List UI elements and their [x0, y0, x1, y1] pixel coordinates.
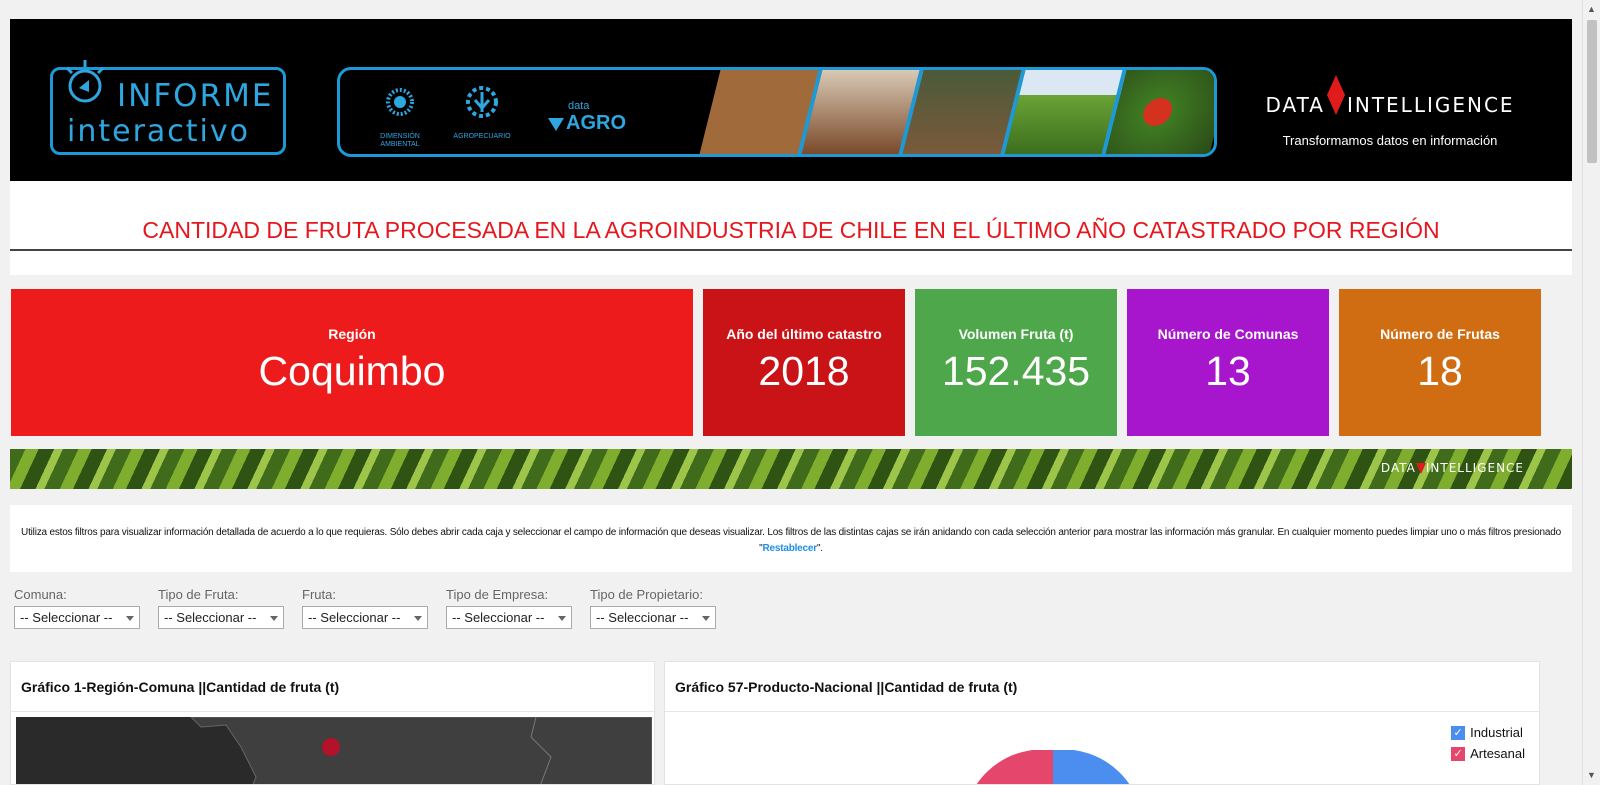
chart-legend: ✓ Industrial ✓ Artesanal — [1451, 725, 1525, 767]
filter-tipo-propietario: Tipo de Propietario: -- Seleccionar -- — [590, 587, 716, 629]
kpi-label: Región — [328, 326, 376, 342]
reset-link[interactable]: Restablecer — [762, 543, 817, 554]
filter-tipo-fruta: Tipo de Fruta: -- Seleccionar -- — [158, 587, 284, 629]
map-marker-icon[interactable] — [322, 738, 340, 756]
lightbulb-icon — [65, 60, 105, 103]
legend-label: Industrial — [1470, 725, 1523, 740]
kpi-label: Número de Comunas — [1157, 326, 1299, 342]
chart-panel-region-comuna: Gráfico 1-Región-Comuna ||Cantidad de fr… — [10, 661, 655, 785]
gear-emblem-icon — [466, 86, 498, 118]
kpi-region: Región Coquimbo — [11, 289, 693, 436]
filter-label: Tipo de Fruta: — [158, 587, 239, 602]
data-intelligence-logo: DATA INTELLIGENCE Transformamos datos en … — [1240, 75, 1540, 148]
dataagro-small: data — [568, 100, 590, 112]
chevron-down-icon — [126, 616, 134, 621]
region-map[interactable] — [16, 716, 653, 784]
partner-banner: DIMENSIÓN AMBIENTAL AGROPECUARIO data AG… — [337, 67, 1217, 157]
kpi-value: Coquimbo — [258, 348, 446, 394]
page-title: CANTIDAD DE FRUTA PROCESADA EN LA AGROIN… — [142, 217, 1440, 243]
legend-item-artesanal[interactable]: ✓ Artesanal — [1451, 746, 1525, 761]
leaf-brand-left: DATA — [1380, 461, 1416, 475]
hourglass-icon — [1326, 75, 1345, 115]
hourglass-icon — [1415, 463, 1426, 474]
title-divider — [10, 249, 1572, 251]
kpi-year: Año del último catastro 2018 — [703, 289, 905, 436]
dashboard-page: INFORME interactivo DIMENSIÓN AMBIENTAL … — [0, 0, 1582, 785]
filter-label: Comuna: — [14, 587, 67, 602]
panel-title: Gráfico 1-Región-Comuna ||Cantidad de fr… — [11, 662, 654, 712]
kpi-comunas: Número de Comunas 13 — [1127, 289, 1329, 436]
header-banner: INFORME interactivo DIMENSIÓN AMBIENTAL … — [10, 19, 1572, 181]
filter-tipo-empresa: Tipo de Empresa: -- Seleccionar -- — [446, 587, 572, 629]
photo-vegetables — [1101, 70, 1214, 154]
kpi-value: 2018 — [758, 348, 850, 394]
brand-tagline: Transformamos datos en información — [1282, 133, 1498, 148]
filter-label: Tipo de Empresa: — [446, 587, 549, 602]
agro-photo-collage — [699, 70, 1214, 154]
brand-left: DATA — [1265, 93, 1325, 117]
panel-title: Gráfico 57-Producto-Nacional ||Cantidad … — [665, 662, 1539, 712]
partner-label: AGROPECUARIO — [453, 133, 511, 140]
filter-instructions: Utiliza estos filtros para visualizar in… — [10, 505, 1572, 572]
dataagro-big: AGRO — [566, 112, 626, 134]
leaf-brand-logo: DATA INTELLIGENCE — [1381, 461, 1524, 475]
kpi-label: Año del último catastro — [726, 326, 882, 342]
leaf-banner: DATA INTELLIGENCE — [10, 449, 1572, 489]
pie-slice-artesanal[interactable] — [973, 750, 1053, 785]
triangle-icon — [548, 118, 564, 131]
kpi-label: Volumen Fruta (t) — [958, 326, 1074, 342]
checkbox-icon[interactable]: ✓ — [1451, 746, 1466, 761]
kpi-volume: Volumen Fruta (t) 152.435 — [915, 289, 1117, 436]
tipo-fruta-select[interactable]: -- Seleccionar -- — [158, 606, 284, 629]
select-value: -- Seleccionar -- — [164, 610, 257, 625]
logo-line1: INFORME — [117, 78, 274, 114]
kpi-value: 18 — [1417, 348, 1463, 394]
kpi-value: 13 — [1205, 348, 1251, 394]
select-value: -- Seleccionar -- — [308, 610, 401, 625]
logo-line2: interactivo — [67, 114, 250, 149]
filter-comuna: Comuna: -- Seleccionar -- — [14, 587, 140, 629]
chevron-down-icon — [414, 616, 422, 621]
leaf-brand-right: INTELLIGENCE — [1425, 461, 1524, 475]
tipo-empresa-select[interactable]: -- Seleccionar -- — [446, 606, 572, 629]
chevron-down-icon — [558, 616, 566, 621]
chevron-down-icon — [270, 616, 278, 621]
legend-label: Artesanal — [1470, 746, 1525, 761]
select-value: -- Seleccionar -- — [596, 610, 689, 625]
scroll-up-icon[interactable]: ▲ — [1587, 4, 1596, 14]
select-value: -- Seleccionar -- — [20, 610, 113, 625]
fruta-select[interactable]: -- Seleccionar -- — [302, 606, 428, 629]
sun-emblem-icon — [386, 88, 414, 116]
tipo-propietario-select[interactable]: -- Seleccionar -- — [590, 606, 716, 629]
pie-chart — [973, 750, 1133, 785]
partner-dimension-ambiental: DIMENSIÓN AMBIENTAL — [368, 80, 432, 149]
chevron-down-icon — [702, 616, 710, 621]
data-agro-logo: data AGRO — [548, 100, 626, 135]
filter-label: Fruta: — [302, 587, 336, 602]
partner-label: DIMENSIÓN AMBIENTAL — [380, 133, 420, 148]
filter-label: Tipo de Propietario: — [590, 587, 703, 602]
filter-fruta: Fruta: -- Seleccionar -- — [302, 587, 428, 629]
scroll-thumb[interactable] — [1587, 20, 1597, 163]
map-svg — [16, 716, 653, 784]
chart-panel-producto-nacional: Gráfico 57-Producto-Nacional ||Cantidad … — [664, 661, 1540, 785]
comuna-select[interactable]: -- Seleccionar -- — [14, 606, 140, 629]
brand-right: INTELLIGENCE — [1346, 93, 1515, 117]
checkbox-icon[interactable]: ✓ — [1451, 725, 1466, 740]
informe-interactivo-logo: INFORME interactivo — [50, 60, 286, 155]
page-scrollbar[interactable]: ▲ ▼ — [1582, 0, 1600, 785]
pie-slice-industrial[interactable] — [1053, 750, 1133, 785]
kpi-value: 152.435 — [941, 348, 1091, 394]
title-section: CANTIDAD DE FRUTA PROCESADA EN LA AGROIN… — [10, 181, 1572, 275]
instructions-tail: ". — [816, 543, 823, 554]
legend-item-industrial[interactable]: ✓ Industrial — [1451, 725, 1525, 740]
partner-agropecuario: AGROPECUARIO — [450, 80, 514, 141]
kpi-frutas: Número de Frutas 18 — [1339, 289, 1541, 436]
scroll-down-icon[interactable]: ▼ — [1587, 770, 1596, 780]
kpi-label: Número de Frutas — [1380, 326, 1500, 342]
select-value: -- Seleccionar -- — [452, 610, 545, 625]
